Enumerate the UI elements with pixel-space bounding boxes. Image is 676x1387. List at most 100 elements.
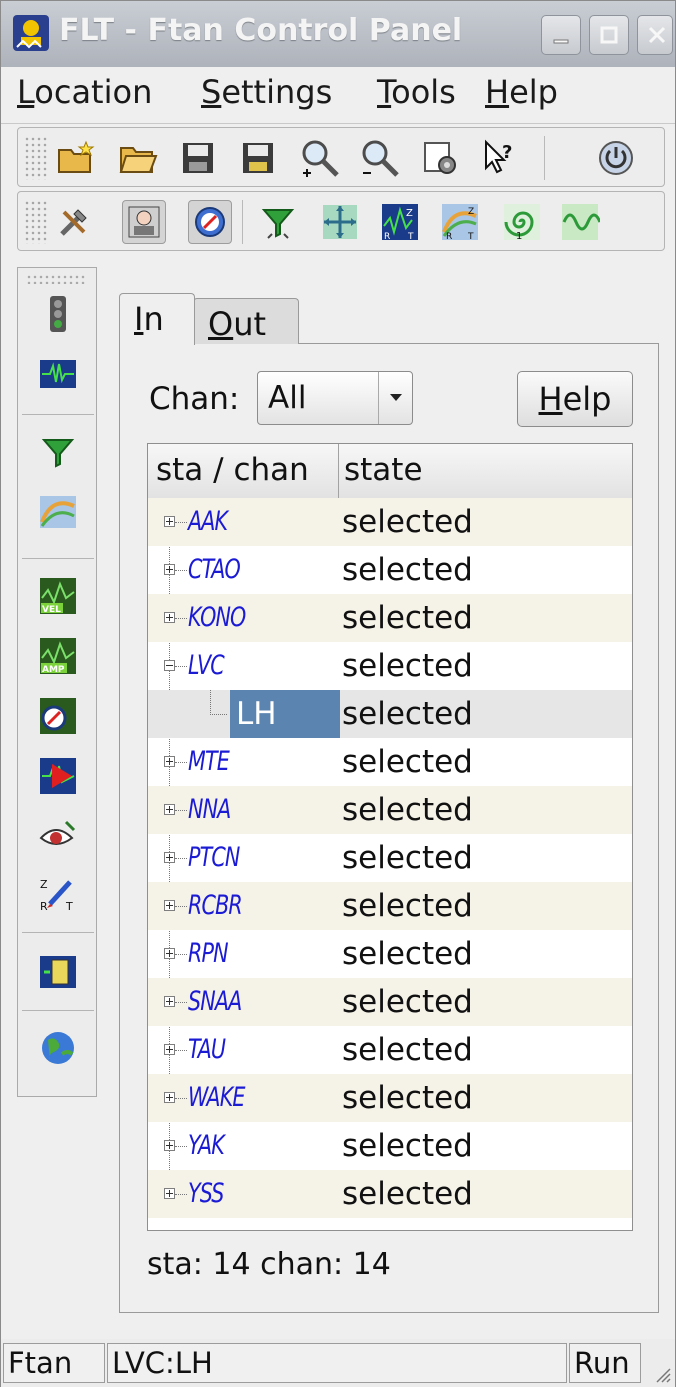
expand-icon[interactable] <box>164 1044 175 1055</box>
tree-row[interactable]: MTE selected <box>148 738 632 786</box>
move-cross-button[interactable] <box>318 200 362 244</box>
zoom-in-icon <box>302 140 339 177</box>
curve-rt-button[interactable]: R T Z <box>438 200 482 244</box>
velocity-button[interactable]: VEL <box>36 574 80 618</box>
toolbar-grip[interactable] <box>24 136 48 180</box>
tab-in[interactable]: In <box>119 293 195 345</box>
tree-row[interactable]: SNAA selected <box>148 978 632 1026</box>
tree-row[interactable]: RPN selected <box>148 930 632 978</box>
filter-side-button[interactable] <box>36 432 80 476</box>
toolbar-separator <box>242 200 243 244</box>
tree-row[interactable]: TAU selected <box>148 1026 632 1074</box>
tree-child-row[interactable]: LH selected <box>148 690 632 738</box>
move-cross-icon <box>323 205 357 239</box>
expand-icon[interactable] <box>164 1140 175 1151</box>
tools-button[interactable] <box>52 200 96 244</box>
spiral-icon: 1 <box>504 204 540 242</box>
svg-text:AMP: AMP <box>42 665 65 675</box>
eye-button[interactable] <box>36 814 80 858</box>
tree-row[interactable]: YAK selected <box>148 1122 632 1170</box>
zoom-out-button[interactable] <box>358 136 402 180</box>
save-button[interactable] <box>176 136 220 180</box>
toolbar-grip[interactable] <box>26 274 86 284</box>
expand-icon[interactable] <box>164 1092 175 1103</box>
tree-row[interactable]: NNA selected <box>148 786 632 834</box>
column-header-state[interactable]: state <box>344 452 423 488</box>
menu-settings-mnemonic: S <box>201 73 222 111</box>
station-name: TAU <box>188 1034 226 1065</box>
maximize-button[interactable] <box>589 15 629 55</box>
menu-tools[interactable]: Tools <box>377 73 456 111</box>
waveform-button[interactable] <box>36 352 80 396</box>
expand-icon[interactable] <box>164 804 175 815</box>
tree-row[interactable]: LVC selected <box>148 642 632 690</box>
tree-header: sta / chan state <box>148 444 632 499</box>
filter-button[interactable] <box>256 200 300 244</box>
menu-help[interactable]: Help <box>485 73 558 111</box>
menu-location[interactable]: Location <box>17 73 152 111</box>
expand-icon[interactable] <box>164 852 175 863</box>
tree-row[interactable]: PTCN selected <box>148 834 632 882</box>
sine-wave-button[interactable] <box>558 200 602 244</box>
tree-row[interactable]: YSS selected <box>148 1170 632 1218</box>
curve-side-button[interactable] <box>36 490 80 534</box>
tree-row[interactable]: WAKE selected <box>148 1074 632 1122</box>
help-button[interactable]: Help <box>517 371 633 427</box>
expand-icon[interactable] <box>164 516 175 527</box>
menu-settings[interactable]: Settings <box>201 73 332 111</box>
column-header-sta-chan[interactable]: sta / chan <box>156 452 309 488</box>
svg-text:T: T <box>65 900 73 913</box>
chan-select[interactable]: All <box>257 371 413 425</box>
save-as-button[interactable] <box>236 136 280 180</box>
tree-row[interactable]: RCBR selected <box>148 882 632 930</box>
expand-icon[interactable] <box>164 1188 175 1199</box>
compass-side-button[interactable] <box>36 694 80 738</box>
amplitude-button[interactable]: AMP <box>36 634 80 678</box>
title-bar[interactable]: FLT - Ftan Control Panel <box>1 1 675 68</box>
column-divider[interactable] <box>338 444 339 498</box>
expand-icon[interactable] <box>164 948 175 959</box>
tab-in-rest: n <box>143 300 164 338</box>
tree-row[interactable]: AAK selected <box>148 498 632 546</box>
toolbar-grip[interactable] <box>24 200 48 244</box>
settings-button[interactable] <box>418 136 462 180</box>
station-tree[interactable]: sta / chan state AAK selected CTAO selected… <box>147 443 633 1231</box>
close-button[interactable] <box>637 15 673 55</box>
svg-text:T: T <box>467 232 474 242</box>
tab-out[interactable]: Out <box>193 298 299 344</box>
new-folder-button[interactable] <box>54 136 98 180</box>
expand-icon[interactable] <box>164 612 175 623</box>
svg-text:Z: Z <box>468 207 474 217</box>
operator-icon <box>128 206 160 238</box>
power-button[interactable] <box>594 136 638 180</box>
zoom-in-button[interactable] <box>298 136 342 180</box>
globe-button[interactable] <box>36 1026 80 1070</box>
compass-button[interactable] <box>188 200 232 244</box>
open-folder-button[interactable] <box>116 136 160 180</box>
phase-button[interactable] <box>36 754 80 798</box>
expand-icon[interactable] <box>164 900 175 911</box>
spiral-button[interactable]: 1 <box>500 200 544 244</box>
expand-icon[interactable] <box>164 996 175 1007</box>
minimize-button[interactable] <box>541 15 581 55</box>
save-as-icon <box>243 143 273 173</box>
station-name: WAKE <box>188 1082 245 1113</box>
expand-icon[interactable] <box>164 756 175 767</box>
seismogram-zrt-button[interactable]: Z R T <box>378 200 422 244</box>
tree-row[interactable]: CTAO selected <box>148 546 632 594</box>
expand-icon[interactable] <box>164 564 175 575</box>
tree-branch-line <box>175 1194 187 1195</box>
zrt-pen-button[interactable]: ZR T <box>36 872 80 916</box>
traffic-light-button[interactable] <box>36 292 80 336</box>
resize-grip-icon[interactable] <box>653 1365 671 1383</box>
chevron-down-icon[interactable] <box>378 372 413 424</box>
tree-row[interactable]: KONO selected <box>148 594 632 642</box>
battery-button[interactable] <box>36 950 80 994</box>
operator-button[interactable] <box>122 200 166 244</box>
whats-this-button[interactable]: ? <box>478 136 522 180</box>
collapse-icon[interactable] <box>164 660 175 671</box>
compass-icon <box>195 207 225 237</box>
whats-this-icon: ? <box>485 139 512 174</box>
chan-select-value: All <box>268 380 307 416</box>
tree-branch-line <box>175 570 187 571</box>
